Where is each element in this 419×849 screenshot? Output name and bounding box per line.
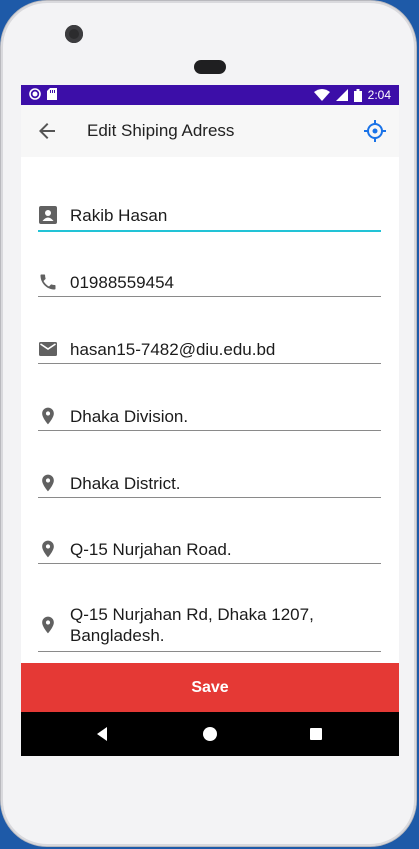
- signal-icon: [335, 89, 348, 101]
- nav-recents-icon[interactable]: [306, 724, 326, 744]
- phone-frame: 2:04 Edit Shiping Adress Rakib Hasan 019…: [1, 1, 416, 846]
- phone-value: 01988559454: [70, 273, 175, 292]
- app-screen: 2:04 Edit Shiping Adress Rakib Hasan 019…: [21, 85, 399, 756]
- name-value: Rakib Hasan: [70, 206, 168, 225]
- nav-home-icon[interactable]: [200, 724, 220, 744]
- wifi-icon: [313, 89, 330, 101]
- system-nav-bar: [21, 712, 399, 756]
- address-line-2: Bangladesh.: [70, 626, 165, 645]
- location-pin-icon: [42, 407, 54, 425]
- front-camera: [65, 25, 83, 43]
- phone-icon: [40, 274, 56, 290]
- address-line-1: Q-15 Nurjahan Rd, Dhaka 1207,: [70, 605, 314, 624]
- nav-back-icon[interactable]: [93, 724, 113, 744]
- battery-icon: [353, 88, 362, 102]
- road-field[interactable]: Q-15 Nurjahan Road.: [38, 538, 381, 564]
- email-icon: [39, 342, 57, 356]
- status-time: 2:04: [367, 88, 391, 102]
- contact-card-icon: [39, 206, 57, 224]
- save-button[interactable]: Save: [21, 663, 399, 712]
- location-pin-icon: [42, 474, 54, 492]
- sd-card-icon: [47, 88, 57, 100]
- email-value: hasan15-7482@diu.edu.bd: [70, 340, 276, 359]
- district-value: Dhaka District.: [70, 474, 181, 493]
- page-title: Edit Shiping Adress: [87, 121, 235, 140]
- earpiece-speaker: [194, 60, 226, 74]
- district-field[interactable]: Dhaka District.: [38, 472, 381, 498]
- full-address-field[interactable]: Q-15 Nurjahan Rd, Dhaka 1207, Bangladesh…: [38, 601, 381, 652]
- name-field[interactable]: Rakib Hasan: [38, 203, 381, 232]
- location-pin-icon: [42, 540, 54, 558]
- app-bar: Edit Shiping Adress: [21, 105, 399, 157]
- record-icon: [29, 88, 41, 100]
- road-value: Q-15 Nurjahan Road.: [70, 540, 232, 559]
- phone-field[interactable]: 01988559454: [38, 271, 381, 297]
- status-bar: 2:04: [21, 85, 399, 105]
- gps-fixed-icon[interactable]: [363, 119, 387, 143]
- division-field[interactable]: Dhaka Division.: [38, 405, 381, 431]
- division-value: Dhaka Division.: [70, 407, 189, 426]
- location-pin-icon: [42, 616, 54, 634]
- email-field[interactable]: hasan15-7482@diu.edu.bd: [38, 338, 381, 364]
- arrow-back-icon[interactable]: [35, 119, 59, 143]
